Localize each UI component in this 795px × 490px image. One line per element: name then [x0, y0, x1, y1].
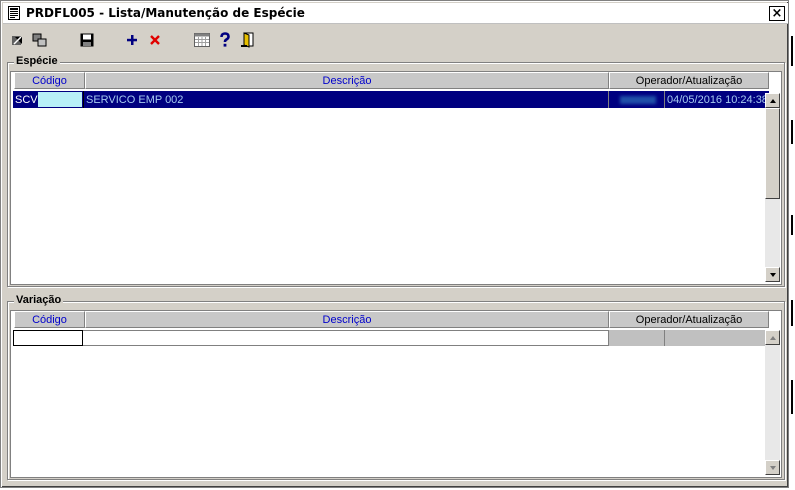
title-bar[interactable]: PRDFL005 - Lista/Manutenção de Espécie × [3, 3, 788, 24]
help-icon [220, 32, 230, 47]
especie-row-atualizacao[interactable]: 04/05/2016 10:24:38 [664, 91, 769, 108]
variacao-row-descricao[interactable] [83, 330, 608, 346]
table-row[interactable] [13, 330, 769, 346]
especie-scroll-thumb[interactable] [765, 108, 780, 199]
variacao-column-descricao[interactable]: Descrição [85, 311, 609, 328]
toolbar [3, 28, 788, 54]
save-icon [80, 33, 94, 47]
especie-row-descricao[interactable]: SERVICO EMP 002 [83, 91, 607, 108]
especie-column-codigo[interactable]: Código [14, 72, 85, 89]
add-icon [127, 35, 137, 45]
especie-grid-header: Código Descrição Operador/Atualização [14, 72, 769, 89]
close-button[interactable]: × [769, 6, 785, 21]
variacao-column-operador[interactable]: Operador/Atualização [609, 311, 769, 328]
especie-group-label: Espécie [14, 55, 60, 67]
calendar-icon [194, 33, 210, 47]
table-row[interactable]: SCV SERVICO EMP 002 04/05/2016 10:24:38 [13, 91, 769, 108]
especie-column-descricao[interactable]: Descrição [85, 72, 609, 89]
variacao-vertical-scrollbar[interactable] [765, 330, 780, 475]
especie-grid: Código Descrição Operador/Atualização SC… [10, 71, 782, 285]
chevron-down-icon [769, 272, 776, 277]
exit-button[interactable] [239, 31, 257, 49]
variacao-scroll-down-button[interactable] [765, 460, 780, 475]
especie-vertical-scrollbar[interactable] [765, 93, 780, 282]
help-button[interactable] [216, 31, 234, 49]
especie-row-codigo-edit[interactable] [38, 92, 82, 107]
variacao-group-label: Variação [14, 294, 64, 306]
variacao-row-operador[interactable] [608, 330, 664, 346]
app-icon [8, 6, 20, 20]
navigate-button[interactable] [9, 31, 27, 49]
duplicate-button[interactable] [31, 31, 49, 49]
especie-column-operador[interactable]: Operador/Atualização [609, 72, 769, 89]
especie-row-codigo[interactable]: SCV [13, 91, 38, 108]
main-window: PRDFL005 - Lista/Manutenção de Espécie × [0, 0, 789, 488]
chevron-up-icon [769, 98, 776, 103]
variacao-column-codigo[interactable]: Código [14, 311, 85, 328]
exit-icon [241, 32, 254, 48]
variacao-grid-header: Código Descrição Operador/Atualização [14, 311, 769, 328]
chevron-down-icon [769, 465, 776, 470]
close-icon: × [771, 6, 783, 21]
especie-scroll-up-button[interactable] [765, 93, 780, 108]
variacao-scroll-up-button[interactable] [765, 330, 780, 345]
especie-group: Espécie Código Descrição Operador/Atuali… [7, 55, 785, 287]
background-window-edge [789, 0, 795, 490]
duplicate-icon [32, 33, 47, 47]
variacao-grid: Código Descrição Operador/Atualização [10, 310, 782, 478]
window-title: PRDFL005 - Lista/Manutenção de Espécie [26, 6, 305, 20]
variacao-group: Variação Código Descrição Operador/Atual… [7, 294, 785, 480]
especie-row-operador[interactable] [608, 91, 664, 108]
delete-button[interactable] [146, 31, 164, 49]
chevron-up-icon [769, 335, 776, 340]
calendar-button[interactable] [193, 31, 211, 49]
delete-icon [150, 35, 160, 45]
variacao-row-atualizacao[interactable] [664, 330, 769, 346]
variacao-row-codigo[interactable] [13, 330, 83, 346]
especie-scroll-down-button[interactable] [765, 267, 780, 282]
add-button[interactable] [123, 31, 141, 49]
navigate-icon [12, 36, 22, 45]
especie-row-operador-value [619, 95, 656, 104]
save-button[interactable] [78, 31, 96, 49]
